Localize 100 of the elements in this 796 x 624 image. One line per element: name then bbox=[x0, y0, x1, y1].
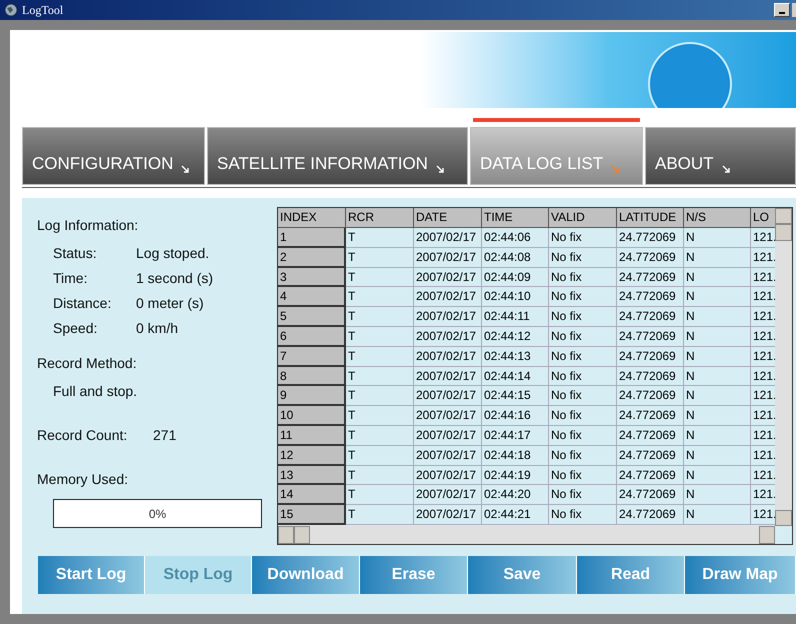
column-header[interactable]: VALID bbox=[549, 208, 617, 228]
table-cell: T bbox=[346, 466, 414, 486]
table-cell: 02:44:14 bbox=[482, 366, 549, 386]
corner-arrow-icon bbox=[181, 165, 190, 174]
corner-arrow-icon bbox=[722, 165, 731, 174]
table-cell: T bbox=[346, 248, 414, 268]
window-title: LogTool bbox=[22, 2, 64, 19]
horizontal-scrollbar[interactable] bbox=[278, 526, 775, 544]
row-header[interactable]: 1 bbox=[278, 228, 346, 248]
row-header[interactable]: 13 bbox=[278, 466, 346, 486]
row-header[interactable]: 14 bbox=[278, 485, 346, 506]
table-cell: N bbox=[684, 307, 751, 327]
table-cell: 2007/02/17 bbox=[414, 268, 482, 288]
table-cell: T bbox=[346, 485, 414, 506]
minimize-button[interactable] bbox=[774, 3, 790, 17]
table-cell: N bbox=[684, 466, 751, 486]
table-cell: T bbox=[346, 505, 414, 525]
field-label: Time: bbox=[53, 269, 88, 288]
table-cell: N bbox=[684, 248, 751, 268]
field-label: Speed: bbox=[53, 319, 98, 338]
section-heading: Record Method: bbox=[37, 354, 138, 373]
table-cell: 02:44:18 bbox=[482, 446, 549, 466]
table-cell: No fix bbox=[549, 426, 617, 446]
table-cell: No fix bbox=[549, 287, 617, 308]
table-cell: 24.772069 bbox=[617, 406, 684, 426]
table-cell: No fix bbox=[549, 386, 617, 406]
table-cell: 24.772069 bbox=[617, 326, 684, 347]
table-cell: 02:44:06 bbox=[482, 228, 549, 248]
table-cell: 02:44:15 bbox=[482, 386, 549, 406]
table-cell: 24.772069 bbox=[617, 446, 684, 466]
row-header[interactable]: 3 bbox=[278, 268, 346, 288]
table-cell: T bbox=[346, 386, 414, 406]
scroll-right-button[interactable] bbox=[759, 526, 775, 544]
field-value: 0 km/h bbox=[136, 319, 178, 338]
corner-arrow-icon bbox=[611, 165, 620, 174]
table-cell: T bbox=[346, 307, 414, 327]
table-cell: 02:44:12 bbox=[482, 326, 549, 347]
table-cell: 24.772069 bbox=[617, 248, 684, 268]
scroll-down-button[interactable] bbox=[775, 510, 792, 526]
table-cell: 02:44:11 bbox=[482, 307, 549, 327]
corner-arrow-icon bbox=[436, 165, 445, 174]
scroll-thumb[interactable] bbox=[294, 526, 310, 544]
column-header[interactable]: LO bbox=[751, 208, 776, 228]
table-cell: T bbox=[346, 446, 414, 466]
table-cell: N bbox=[684, 366, 751, 386]
row-header[interactable]: 4 bbox=[278, 287, 346, 308]
table-cell: N bbox=[684, 228, 751, 248]
row-header[interactable]: 11 bbox=[278, 426, 346, 446]
row-header[interactable]: 2 bbox=[278, 248, 346, 268]
nav-tab[interactable]: ABOUT bbox=[645, 127, 796, 185]
row-header[interactable]: 5 bbox=[278, 307, 346, 327]
scroll-thumb[interactable] bbox=[775, 224, 792, 241]
scroll-left-button[interactable] bbox=[278, 526, 294, 544]
field-value: Log stoped. bbox=[136, 244, 210, 263]
table-cell: 24.772069 bbox=[617, 366, 684, 386]
table-cell: No fix bbox=[549, 307, 617, 327]
column-header[interactable]: TIME bbox=[482, 208, 549, 228]
table-cell: N bbox=[684, 346, 751, 367]
row-header[interactable]: 6 bbox=[278, 326, 346, 347]
table-cell: 02:44:21 bbox=[482, 505, 549, 525]
table-cell: 2007/02/17 bbox=[414, 505, 482, 525]
field-value: 0 meter (s) bbox=[136, 294, 204, 313]
table-cell: N bbox=[684, 326, 751, 347]
column-header[interactable]: N/S bbox=[684, 208, 751, 228]
table-cell: 24.772069 bbox=[617, 426, 684, 446]
table-cell: 24.772069 bbox=[617, 228, 684, 248]
row-header[interactable]: 12 bbox=[278, 446, 346, 466]
column-header[interactable]: RCR bbox=[346, 208, 414, 228]
table-cell: No fix bbox=[549, 446, 617, 466]
scroll-up-button[interactable] bbox=[775, 208, 792, 224]
table-cell: 2007/02/17 bbox=[414, 346, 482, 367]
table-cell: 24.772069 bbox=[617, 505, 684, 525]
table-cell: N bbox=[684, 406, 751, 426]
table-cell: 2007/02/17 bbox=[414, 426, 482, 446]
table-cell: 24.772069 bbox=[617, 307, 684, 327]
table-cell: 02:44:20 bbox=[482, 485, 549, 506]
table-cell: 2007/02/17 bbox=[414, 228, 482, 248]
table-cell: 2007/02/17 bbox=[414, 485, 482, 506]
row-header[interactable]: 7 bbox=[278, 346, 346, 367]
nav-tab[interactable]: SATELLITE INFORMATION bbox=[207, 127, 468, 185]
row-header[interactable]: 8 bbox=[278, 366, 346, 386]
table-cell: No fix bbox=[549, 228, 617, 248]
row-header[interactable]: 15 bbox=[278, 505, 346, 525]
table-cell: No fix bbox=[549, 346, 617, 367]
table-cell: N bbox=[684, 485, 751, 506]
table-cell: No fix bbox=[549, 248, 617, 268]
table-cell: 24.772069 bbox=[617, 386, 684, 406]
row-header[interactable]: 10 bbox=[278, 406, 346, 426]
column-header[interactable]: LATITUDE bbox=[617, 208, 684, 228]
vertical-scrollbar[interactable] bbox=[775, 208, 792, 526]
table-cell: 02:44:10 bbox=[482, 287, 549, 308]
table-cell: 2007/02/17 bbox=[414, 386, 482, 406]
row-header[interactable]: 9 bbox=[278, 386, 346, 406]
section-heading: Log Information: bbox=[37, 216, 140, 235]
field-label: Status: bbox=[53, 244, 98, 263]
column-header[interactable]: DATE bbox=[414, 208, 482, 228]
table-cell: 02:44:13 bbox=[482, 346, 549, 367]
table-cell: No fix bbox=[549, 366, 617, 386]
column-header[interactable]: INDEX bbox=[278, 208, 346, 228]
nav-tab[interactable]: CONFIGURATION bbox=[22, 127, 205, 185]
